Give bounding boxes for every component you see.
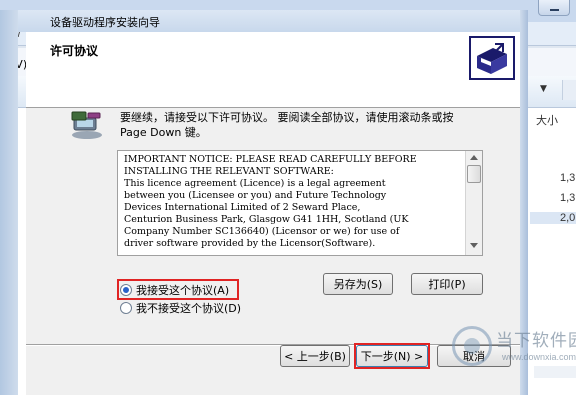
watermark-url: www.downxia.com: [502, 352, 576, 362]
install-box-icon: [469, 36, 515, 80]
window-frame-left: [0, 10, 18, 395]
scroll-down-icon[interactable]: [470, 243, 478, 248]
instruction-text: 要继续，请接受以下许可协议。 要阅读全部协议，请使用滚动条或按 Page Dow…: [120, 111, 454, 139]
list-item-size-selected: 2,0: [530, 212, 576, 224]
license-line: between you (Licensee or you) and Future…: [124, 190, 387, 201]
license-textbox[interactable]: IMPORTANT NOTICE: PLEASE READ CAREFULLY …: [117, 150, 483, 256]
decline-label: 我不接受这个协议(D): [136, 302, 242, 315]
scroll-up-icon[interactable]: [470, 155, 478, 160]
license-line: Devices International Limited of 2 Sewar…: [124, 202, 361, 213]
highlight-box-accept: [117, 279, 239, 300]
column-header-size[interactable]: 大小: [536, 112, 558, 128]
watermark-text: 当下软件园: [496, 331, 576, 351]
print-button[interactable]: 打印(P): [411, 273, 483, 295]
page-title: 许可协议: [50, 44, 99, 58]
list-item-size: 1,3: [560, 192, 576, 204]
license-line: Company Number SC136640) (Licensor or we…: [124, 226, 400, 237]
license-text: IMPORTANT NOTICE: PLEASE READ CAREFULLY …: [124, 154, 464, 250]
license-line: This licence agreement (Licence) is a le…: [124, 178, 386, 189]
wizard-titlebar[interactable]: 设备驱动程序安装向导: [18, 10, 520, 32]
watermark-logo-icon: [452, 326, 492, 366]
chevron-down-icon[interactable]: ▼: [540, 84, 547, 94]
license-scrollbar[interactable]: [465, 151, 482, 255]
save-as-button[interactable]: 另存为(S): [323, 273, 393, 295]
license-line: Centurion Business Park, Glasgow G41 1HH…: [124, 214, 409, 225]
wizard-title: 设备驱动程序安装向导: [50, 16, 160, 29]
decline-radio-option[interactable]: 我不接受这个协议(D): [120, 300, 241, 316]
wizard-header: 许可协议: [26, 32, 520, 108]
minimize-icon[interactable]: [538, 0, 570, 16]
site-watermark: 当下软件园 www.downxia.com: [452, 324, 576, 374]
highlight-box-next: [354, 343, 430, 369]
decline-radio[interactable]: [120, 302, 132, 314]
license-line: driver software provided by the Licensor…: [124, 238, 376, 249]
back-button[interactable]: < 上一步(B): [280, 345, 350, 367]
toolbar-overflow-icon[interactable]: [562, 80, 576, 100]
license-line: IMPORTANT NOTICE: PLEASE READ CAREFULLY …: [124, 154, 417, 165]
scroll-thumb[interactable]: [467, 165, 481, 183]
list-item-size: 1,3: [560, 172, 576, 184]
computer-install-icon: [70, 110, 104, 140]
license-line: INSTALLING THE RELEVANT SOFTWARE:: [124, 166, 334, 177]
